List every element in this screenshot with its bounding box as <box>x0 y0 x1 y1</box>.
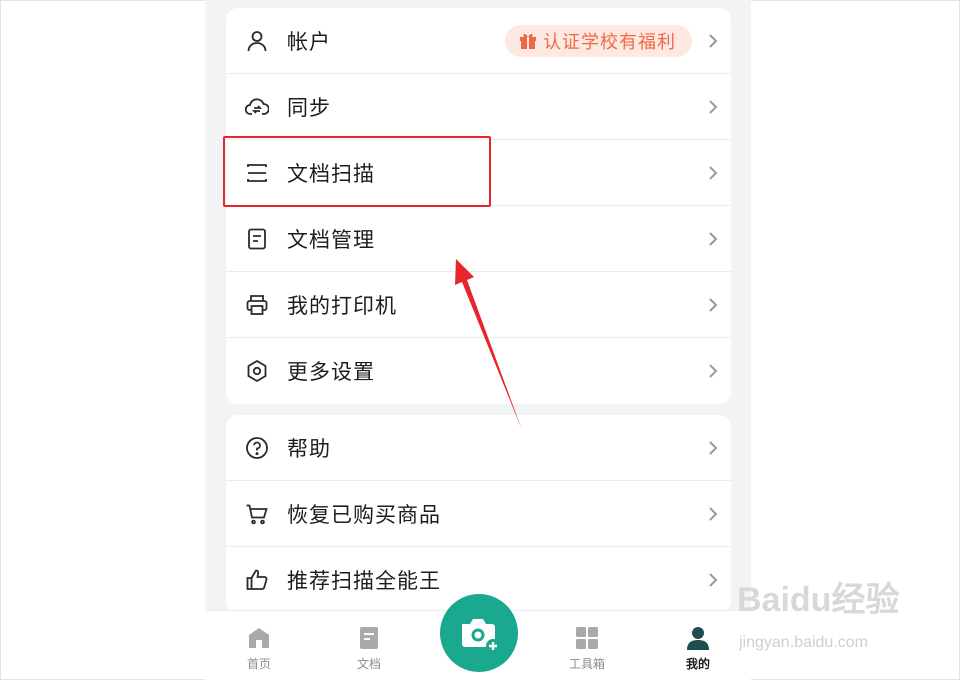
school-benefit-badge[interactable]: 认证学校有福利 <box>505 25 692 57</box>
tab-label: 工具箱 <box>568 657 605 671</box>
menu-item-label: 恢复已购买商品 <box>287 502 441 527</box>
tab-label: 首页 <box>246 657 271 671</box>
user-icon <box>247 31 267 52</box>
menu-item-doc-manage[interactable]: 文档管理 <box>226 206 731 272</box>
printer-icon <box>246 295 268 315</box>
badge-label: 认证学校有福利 <box>543 32 676 53</box>
tab-label: 我的 <box>685 657 710 671</box>
menu-item-restore-purchases[interactable]: 恢复已购买商品 <box>226 481 731 547</box>
chevron-right-icon <box>709 298 718 312</box>
baidu-watermark: Baidu经验 jingyan.baidu.com <box>737 572 937 662</box>
menu-item-label: 帐户 <box>287 29 331 54</box>
chevron-right-icon <box>709 573 718 587</box>
tab-label: 文档 <box>356 657 381 671</box>
cloud-sync-icon <box>245 98 269 115</box>
grid-icon <box>576 627 598 649</box>
tab-toolbox[interactable]: 工具箱 <box>547 611 627 680</box>
document-icon <box>248 228 266 250</box>
home-icon <box>249 628 269 648</box>
menu-item-label: 更多设置 <box>287 360 375 384</box>
menu-item-more-settings[interactable]: 更多设置 <box>226 338 731 404</box>
chevron-right-icon <box>709 166 718 180</box>
user-filled-icon <box>687 627 709 650</box>
help-icon <box>246 437 268 459</box>
camera-scan-button[interactable] <box>440 594 518 672</box>
menu-item-label: 同步 <box>287 95 331 120</box>
menu-item-label: 帮助 <box>287 436 331 461</box>
watermark-brand: Baidu经验 <box>737 581 900 619</box>
tab-me[interactable]: 我的 <box>658 611 738 680</box>
menu-card-secondary: 帮助 恢复已购买商品 推荐扫描全能王 <box>226 415 731 613</box>
thumbs-up-icon <box>246 569 268 590</box>
gear-icon <box>247 359 267 383</box>
camera-plus-icon <box>462 619 500 653</box>
chevron-right-icon <box>709 100 718 114</box>
tab-home[interactable]: 首页 <box>219 611 299 680</box>
menu-item-help[interactable]: 帮助 <box>226 415 731 481</box>
cart-icon <box>246 504 268 525</box>
watermark-url: jingyan.baidu.com <box>739 634 868 651</box>
menu-item-label: 文档管理 <box>287 227 375 252</box>
annotation-highlight-box <box>223 136 491 207</box>
document-tab-icon <box>360 627 378 649</box>
app-screen: 帐户 认证学校有福利 同步 文档扫描 文档管理 我的打印机 更多设置 帮助 恢复… <box>205 0 751 680</box>
chevron-right-icon <box>709 34 718 48</box>
chevron-right-icon <box>709 507 718 521</box>
menu-item-sync[interactable]: 同步 <box>226 74 731 140</box>
chevron-right-icon <box>709 441 718 455</box>
menu-item-account[interactable]: 帐户 认证学校有福利 <box>226 8 731 74</box>
chevron-right-icon <box>709 364 718 378</box>
menu-item-label: 推荐扫描全能王 <box>287 569 441 593</box>
tab-documents[interactable]: 文档 <box>329 611 409 680</box>
menu-item-label: 我的打印机 <box>287 293 397 318</box>
chevron-right-icon <box>709 232 718 246</box>
menu-item-printer[interactable]: 我的打印机 <box>226 272 731 338</box>
gift-icon <box>520 33 536 49</box>
